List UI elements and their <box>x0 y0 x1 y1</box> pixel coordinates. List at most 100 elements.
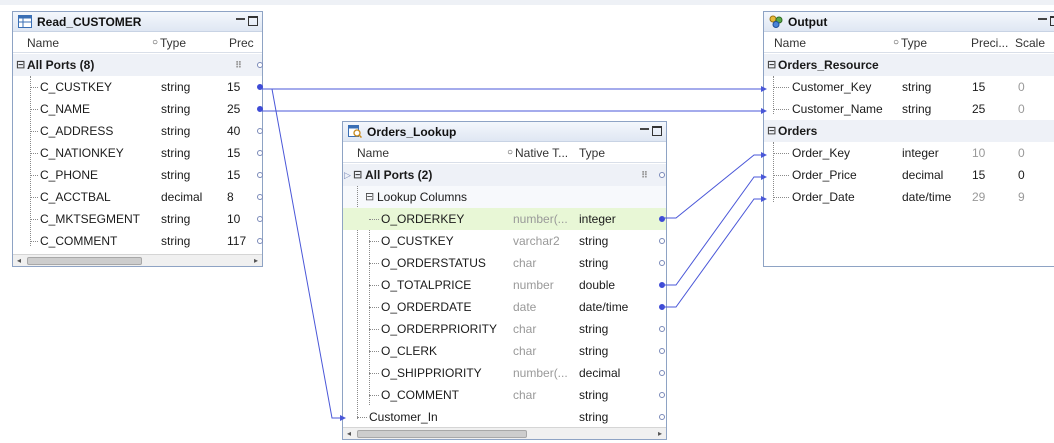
port-out[interactable] <box>257 84 263 90</box>
col-prec[interactable]: Preci... <box>971 33 1008 53</box>
port-out[interactable] <box>257 128 263 134</box>
port-out[interactable] <box>659 238 665 244</box>
grip-icon: ⠿ <box>641 170 649 180</box>
group-orders-resource[interactable]: ⊟ Orders_Resource <box>764 54 1054 76</box>
table-row[interactable]: O_ORDERDATE date date/time <box>343 296 666 318</box>
port-out[interactable] <box>659 260 665 266</box>
table-row[interactable]: C_PHONE string 15 <box>13 164 263 186</box>
minimize-button[interactable] <box>1038 15 1047 27</box>
port-out[interactable] <box>659 282 665 288</box>
collapse-icon[interactable]: ⊟ <box>16 54 25 76</box>
mapping-canvas[interactable]: Read_CUSTOMER Name ○ Type Prec ⊟ All Por… <box>0 0 1054 443</box>
column-header: Name ○ Native T... Type <box>343 143 666 163</box>
output-title: Output <box>788 15 828 29</box>
grip-icon: ⠿ <box>235 60 243 70</box>
canvas-top-strip <box>0 0 1054 5</box>
output-transformation[interactable]: Output Name ○ Type Preci... Scale ⊟ Orde… <box>763 11 1054 267</box>
col-name[interactable]: Name <box>27 33 59 53</box>
port-out[interactable] <box>659 392 665 398</box>
table-row[interactable]: O_ORDERKEY number(... integer <box>343 208 666 230</box>
minimize-button[interactable] <box>236 15 245 27</box>
port-out[interactable] <box>257 216 263 222</box>
maximize-button[interactable] <box>248 16 258 26</box>
table-icon <box>18 15 32 28</box>
read-customer-transformation[interactable]: Read_CUSTOMER Name ○ Type Prec ⊟ All Por… <box>12 11 263 267</box>
minimize-button[interactable] <box>640 125 649 137</box>
collapse-icon[interactable]: ⊟ <box>767 54 776 76</box>
table-row[interactable]: Order_Date date/time 29 9 <box>764 186 1054 208</box>
group-label: All Ports (2) <box>365 168 433 182</box>
column-header: Name ○ Type Prec <box>13 33 262 53</box>
maximize-button[interactable] <box>1050 16 1054 26</box>
port-out[interactable] <box>659 216 665 222</box>
table-row[interactable]: O_TOTALPRICE number double <box>343 274 666 296</box>
table-row[interactable]: Order_Price decimal 15 0 <box>764 164 1054 186</box>
table-row[interactable]: C_MKTSEGMENT string 10 <box>13 208 263 230</box>
table-row[interactable]: C_ADDRESS string 40 <box>13 120 263 142</box>
table-row[interactable]: O_CLERK char string <box>343 340 666 362</box>
col-native-type[interactable]: Native T... <box>515 143 568 163</box>
col-type[interactable]: Type <box>160 33 186 53</box>
horizontal-scrollbar[interactable]: ◂ ▸ <box>13 254 262 266</box>
lookup-icon <box>348 125 362 138</box>
port-out[interactable] <box>257 150 263 156</box>
group-all-ports[interactable]: ▷ ⊟ All Ports (2) ⠿ <box>343 164 666 186</box>
table-row[interactable]: O_COMMENT char string <box>343 384 666 406</box>
orders-lookup-title: Orders_Lookup <box>367 125 457 139</box>
expand-icon[interactable]: ▷ <box>344 164 351 186</box>
col-type[interactable]: Type <box>901 33 927 53</box>
column-header: Name ○ Type Preci... Scale <box>764 33 1054 53</box>
read-customer-title-bar[interactable]: Read_CUSTOMER <box>13 12 262 32</box>
col-name[interactable]: Name <box>774 33 806 53</box>
port-out[interactable] <box>659 414 665 420</box>
input-row-customer-in[interactable]: Customer_In string <box>343 406 666 428</box>
table-row[interactable]: C_ACCTBAL decimal 8 <box>13 186 263 208</box>
collapse-icon[interactable]: ⊟ <box>365 186 374 208</box>
table-row[interactable]: C_NAME string 25 <box>13 98 263 120</box>
group-label: All Ports (8) <box>27 58 95 72</box>
port-out[interactable] <box>659 304 665 310</box>
port-out[interactable] <box>659 370 665 376</box>
table-row[interactable]: O_SHIPPRIORITY number(... decimal <box>343 362 666 384</box>
orders-lookup-title-bar[interactable]: Orders_Lookup <box>343 122 666 142</box>
collapse-icon[interactable]: ⊟ <box>767 120 776 142</box>
group-all-ports[interactable]: ⊟ All Ports (8) ⠿ <box>13 54 263 76</box>
table-row[interactable]: Customer_Key string 15 0 <box>764 76 1054 98</box>
table-row[interactable]: O_ORDERPRIORITY char string <box>343 318 666 340</box>
horizontal-scrollbar[interactable]: ◂ ▸ <box>343 427 666 439</box>
collapse-icon[interactable]: ⊟ <box>353 164 362 186</box>
output-target-icon <box>769 15 783 28</box>
table-row[interactable]: Order_Key integer 10 0 <box>764 142 1054 164</box>
table-row[interactable]: O_CUSTKEY varchar2 string <box>343 230 666 252</box>
col-type[interactable]: Type <box>579 143 605 163</box>
read-customer-title: Read_CUSTOMER <box>37 15 142 29</box>
table-row[interactable]: C_CUSTKEY string 15 <box>13 76 263 98</box>
subgroup-lookup-columns[interactable]: ⊟ Lookup Columns <box>343 186 666 208</box>
group-orders[interactable]: ⊟ Orders <box>764 120 1054 142</box>
port-out[interactable] <box>257 172 263 178</box>
col-name[interactable]: Name <box>357 143 389 163</box>
output-title-bar[interactable]: Output <box>764 12 1054 32</box>
table-row[interactable]: C_NATIONKEY string 15 <box>13 142 263 164</box>
port-out[interactable] <box>257 106 263 112</box>
port-out[interactable] <box>659 326 665 332</box>
scroll-left-icon[interactable]: ◂ <box>13 255 25 267</box>
scroll-left-icon[interactable]: ◂ <box>343 428 355 440</box>
table-row[interactable]: C_COMMENT string 117 <box>13 230 263 252</box>
scroll-right-icon[interactable]: ▸ <box>654 428 666 440</box>
table-row[interactable]: Customer_Name string 25 0 <box>764 98 1054 120</box>
maximize-button[interactable] <box>652 126 662 136</box>
subgroup-label: Lookup Columns <box>377 190 468 204</box>
scroll-right-icon[interactable]: ▸ <box>250 255 262 267</box>
link-orderdate-to-order-date <box>662 196 767 308</box>
col-prec[interactable]: Prec <box>229 33 254 53</box>
table-row[interactable]: O_ORDERSTATUS char string <box>343 252 666 274</box>
scroll-thumb[interactable] <box>27 257 142 265</box>
scroll-thumb[interactable] <box>357 430 527 438</box>
col-scale[interactable]: Scale <box>1015 33 1045 53</box>
port-out[interactable] <box>659 348 665 354</box>
port-out[interactable] <box>257 194 263 200</box>
orders-lookup-transformation[interactable]: Orders_Lookup Name ○ Native T... Type ▷ … <box>342 121 667 440</box>
port-out[interactable] <box>257 238 263 244</box>
link-custkey-to-customer-in <box>271 88 346 421</box>
